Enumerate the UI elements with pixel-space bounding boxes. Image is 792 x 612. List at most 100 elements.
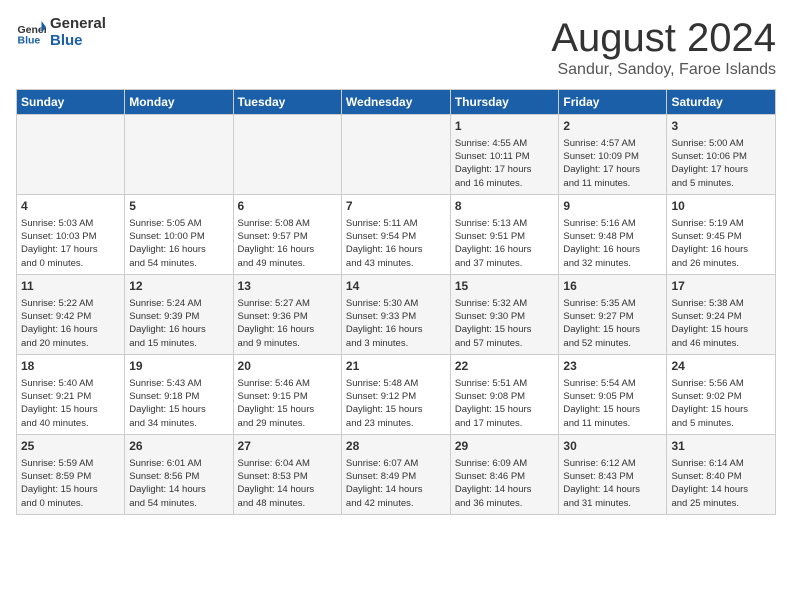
week-row-2: 4 Sunrise: 5:03 AM Sunset: 10:03 PM Dayli… bbox=[17, 195, 776, 275]
day-cell: 19 Sunrise: 5:43 AM Sunset: 9:18 PM Dayli… bbox=[125, 355, 233, 435]
day-info: Sunrise: 6:07 AM Sunset: 8:49 PM Dayligh… bbox=[346, 457, 446, 510]
month-title: August 2024 bbox=[551, 16, 776, 61]
day-number: 10 bbox=[671, 198, 771, 215]
day-number: 31 bbox=[671, 438, 771, 455]
day-cell bbox=[125, 115, 233, 195]
day-cell: 21Sunrise: 5:48 AM Sunset: 9:12 PM Dayli… bbox=[341, 355, 450, 435]
day-cell: 8 Sunrise: 5:13 AM Sunset: 9:51 PM Daylig… bbox=[450, 195, 559, 275]
day-number: 9 bbox=[563, 198, 662, 215]
day-cell: 6 Sunrise: 5:08 AM Sunset: 9:57 PM Daylig… bbox=[233, 195, 341, 275]
day-cell: 18 Sunrise: 5:40 AM Sunset: 9:21 PM Dayli… bbox=[17, 355, 125, 435]
week-row-5: 25Sunrise: 5:59 AM Sunset: 8:59 PM Dayli… bbox=[17, 435, 776, 515]
day-cell bbox=[233, 115, 341, 195]
day-info: Sunrise: 5:13 AM Sunset: 9:51 PM Dayligh… bbox=[455, 217, 555, 270]
day-info: Sunrise: 6:01 AM Sunset: 8:56 PM Dayligh… bbox=[129, 457, 228, 510]
day-number: 25 bbox=[21, 438, 120, 455]
day-info: Sunrise: 5:30 AM Sunset: 9:33 PM Dayligh… bbox=[346, 297, 446, 350]
column-header-wednesday: Wednesday bbox=[341, 90, 450, 115]
day-number: 5 bbox=[129, 198, 228, 215]
day-cell: 23 Sunrise: 5:54 AM Sunset: 9:05 PM Dayli… bbox=[559, 355, 667, 435]
day-number: 27 bbox=[238, 438, 337, 455]
day-number: 3 bbox=[671, 118, 771, 135]
day-info: Sunrise: 5:46 AM Sunset: 9:15 PM Dayligh… bbox=[238, 377, 337, 430]
day-info: Sunrise: 5:05 AM Sunset: 10:00 PM Daylig… bbox=[129, 217, 228, 270]
day-cell: 4 Sunrise: 5:03 AM Sunset: 10:03 PM Dayli… bbox=[17, 195, 125, 275]
day-number: 17 bbox=[671, 278, 771, 295]
column-header-tuesday: Tuesday bbox=[233, 90, 341, 115]
day-cell: 22 Sunrise: 5:51 AM Sunset: 9:08 PM Dayli… bbox=[450, 355, 559, 435]
week-row-3: 11Sunrise: 5:22 AM Sunset: 9:42 PM Dayli… bbox=[17, 275, 776, 355]
day-number: 2 bbox=[563, 118, 662, 135]
day-cell: 30 Sunrise: 6:12 AM Sunset: 8:43 PM Dayli… bbox=[559, 435, 667, 515]
day-number: 6 bbox=[238, 198, 337, 215]
day-number: 18 bbox=[21, 358, 120, 375]
day-info: Sunrise: 5:32 AM Sunset: 9:30 PM Dayligh… bbox=[455, 297, 555, 350]
logo-icon: General Blue bbox=[16, 18, 46, 48]
day-info: Sunrise: 5:35 AM Sunset: 9:27 PM Dayligh… bbox=[563, 297, 662, 350]
day-info: Sunrise: 5:24 AM Sunset: 9:39 PM Dayligh… bbox=[129, 297, 228, 350]
day-cell: 27Sunrise: 6:04 AM Sunset: 8:53 PM Dayli… bbox=[233, 435, 341, 515]
day-cell: 28 Sunrise: 6:07 AM Sunset: 8:49 PM Dayli… bbox=[341, 435, 450, 515]
day-info: Sunrise: 5:22 AM Sunset: 9:42 PM Dayligh… bbox=[21, 297, 120, 350]
day-info: Sunrise: 6:14 AM Sunset: 8:40 PM Dayligh… bbox=[671, 457, 771, 510]
day-info: Sunrise: 5:51 AM Sunset: 9:08 PM Dayligh… bbox=[455, 377, 555, 430]
day-info: Sunrise: 5:27 AM Sunset: 9:36 PM Dayligh… bbox=[238, 297, 337, 350]
week-row-4: 18 Sunrise: 5:40 AM Sunset: 9:21 PM Dayli… bbox=[17, 355, 776, 435]
day-cell bbox=[341, 115, 450, 195]
day-number: 23 bbox=[563, 358, 662, 375]
day-cell: 16Sunrise: 5:35 AM Sunset: 9:27 PM Dayli… bbox=[559, 275, 667, 355]
day-info: Sunrise: 4:55 AM Sunset: 10:11 PM Daylig… bbox=[455, 137, 555, 190]
day-info: Sunrise: 6:12 AM Sunset: 8:43 PM Dayligh… bbox=[563, 457, 662, 510]
day-info: Sunrise: 5:00 AM Sunset: 10:06 PM Daylig… bbox=[671, 137, 771, 190]
day-cell bbox=[17, 115, 125, 195]
calendar-header-row: SundayMondayTuesdayWednesdayThursdayFrid… bbox=[17, 90, 776, 115]
day-number: 20 bbox=[238, 358, 337, 375]
day-cell: 2 Sunrise: 4:57 AM Sunset: 10:09 PM Dayli… bbox=[559, 115, 667, 195]
day-info: Sunrise: 5:40 AM Sunset: 9:21 PM Dayligh… bbox=[21, 377, 120, 430]
day-cell: 10 Sunrise: 5:19 AM Sunset: 9:45 PM Dayli… bbox=[667, 195, 776, 275]
day-number: 24 bbox=[671, 358, 771, 375]
day-info: Sunrise: 5:43 AM Sunset: 9:18 PM Dayligh… bbox=[129, 377, 228, 430]
day-number: 13 bbox=[238, 278, 337, 295]
day-number: 26 bbox=[129, 438, 228, 455]
day-cell: 11Sunrise: 5:22 AM Sunset: 9:42 PM Dayli… bbox=[17, 275, 125, 355]
day-number: 4 bbox=[21, 198, 120, 215]
day-cell: 3 Sunrise: 5:00 AM Sunset: 10:06 PM Dayli… bbox=[667, 115, 776, 195]
day-cell: 17Sunrise: 5:38 AM Sunset: 9:24 PM Dayli… bbox=[667, 275, 776, 355]
day-cell: 5 Sunrise: 5:05 AM Sunset: 10:00 PM Dayli… bbox=[125, 195, 233, 275]
day-info: Sunrise: 4:57 AM Sunset: 10:09 PM Daylig… bbox=[563, 137, 662, 190]
week-row-1: 1Sunrise: 4:55 AM Sunset: 10:11 PM Dayli… bbox=[17, 115, 776, 195]
day-number: 15 bbox=[455, 278, 555, 295]
day-number: 30 bbox=[563, 438, 662, 455]
logo-general-text: General bbox=[50, 16, 106, 33]
column-header-monday: Monday bbox=[125, 90, 233, 115]
day-number: 28 bbox=[346, 438, 446, 455]
day-cell: 13 Sunrise: 5:27 AM Sunset: 9:36 PM Dayli… bbox=[233, 275, 341, 355]
page-header: General Blue General Blue August 2024 Sa… bbox=[16, 16, 776, 79]
day-info: Sunrise: 5:16 AM Sunset: 9:48 PM Dayligh… bbox=[563, 217, 662, 270]
day-cell: 14Sunrise: 5:30 AM Sunset: 9:33 PM Dayli… bbox=[341, 275, 450, 355]
day-cell: 26 Sunrise: 6:01 AM Sunset: 8:56 PM Dayli… bbox=[125, 435, 233, 515]
day-info: Sunrise: 5:03 AM Sunset: 10:03 PM Daylig… bbox=[21, 217, 120, 270]
day-cell: 7Sunrise: 5:11 AM Sunset: 9:54 PM Daylig… bbox=[341, 195, 450, 275]
day-number: 12 bbox=[129, 278, 228, 295]
title-area: August 2024 Sandur, Sandoy, Faroe Island… bbox=[551, 16, 776, 79]
day-info: Sunrise: 5:08 AM Sunset: 9:57 PM Dayligh… bbox=[238, 217, 337, 270]
day-number: 29 bbox=[455, 438, 555, 455]
location-title: Sandur, Sandoy, Faroe Islands bbox=[551, 61, 776, 79]
column-header-saturday: Saturday bbox=[667, 90, 776, 115]
column-header-friday: Friday bbox=[559, 90, 667, 115]
day-number: 22 bbox=[455, 358, 555, 375]
column-header-thursday: Thursday bbox=[450, 90, 559, 115]
day-cell: 15 Sunrise: 5:32 AM Sunset: 9:30 PM Dayli… bbox=[450, 275, 559, 355]
day-cell: 29Sunrise: 6:09 AM Sunset: 8:46 PM Dayli… bbox=[450, 435, 559, 515]
day-info: Sunrise: 5:19 AM Sunset: 9:45 PM Dayligh… bbox=[671, 217, 771, 270]
day-cell: 25Sunrise: 5:59 AM Sunset: 8:59 PM Dayli… bbox=[17, 435, 125, 515]
column-header-sunday: Sunday bbox=[17, 90, 125, 115]
day-number: 19 bbox=[129, 358, 228, 375]
day-cell: 1Sunrise: 4:55 AM Sunset: 10:11 PM Dayli… bbox=[450, 115, 559, 195]
day-info: Sunrise: 5:54 AM Sunset: 9:05 PM Dayligh… bbox=[563, 377, 662, 430]
day-info: Sunrise: 5:11 AM Sunset: 9:54 PM Dayligh… bbox=[346, 217, 446, 270]
day-number: 8 bbox=[455, 198, 555, 215]
day-cell: 24Sunrise: 5:56 AM Sunset: 9:02 PM Dayli… bbox=[667, 355, 776, 435]
